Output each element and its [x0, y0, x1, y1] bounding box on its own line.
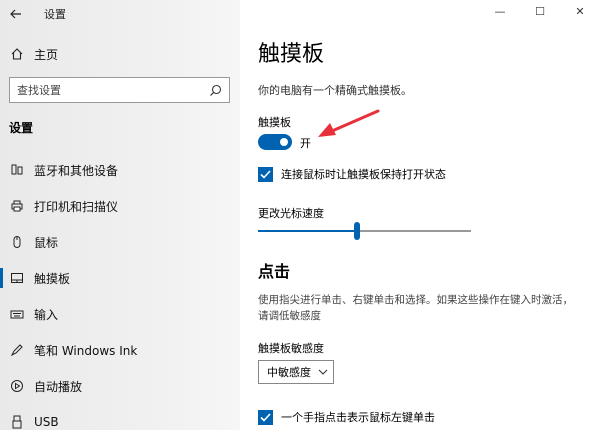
- home-icon: [0, 47, 34, 61]
- sensitivity-dropdown[interactable]: 中敏感度: [258, 360, 334, 384]
- sidebar-item-label: 蓝牙和其他设备: [34, 163, 119, 178]
- sidebar-item-label: 触摸板: [34, 271, 71, 286]
- touchpad-toggle[interactable]: [258, 134, 292, 150]
- sidebar-item-label: USB: [34, 415, 59, 429]
- sidebar-item-usb[interactable]: USB: [0, 404, 240, 430]
- sidebar: 设置 主页 设置 蓝牙和其他设备 打印: [0, 0, 240, 430]
- touchpad-toggle-label: 触摸板: [258, 116, 291, 129]
- chevron-down-icon: [318, 369, 328, 375]
- sidebar-item-home[interactable]: 主页: [0, 40, 240, 68]
- sidebar-item-mouse[interactable]: 鼠标: [0, 224, 240, 260]
- main-content: 触摸板 你的电脑有一个精确式触摸板。 触摸板 开 连接鼠标时让触摸板保持打开状态…: [258, 0, 588, 430]
- sidebar-item-bluetooth[interactable]: 蓝牙和其他设备: [0, 152, 240, 188]
- search-box[interactable]: [9, 77, 230, 103]
- sidebar-item-label: 鼠标: [34, 235, 59, 250]
- back-arrow-icon: [10, 9, 21, 19]
- sidebar-item-label: 输入: [34, 307, 59, 322]
- sidebar-item-typing[interactable]: 输入: [0, 296, 240, 332]
- sidebar-item-autoplay[interactable]: 自动播放: [0, 368, 240, 404]
- sidebar-nav: 蓝牙和其他设备 打印机和扫描仪 鼠标 触摸板 输入 笔和 Windows Ink…: [0, 152, 240, 430]
- touchpad-icon: [0, 271, 34, 285]
- sidebar-item-label: 打印机和扫描仪: [34, 199, 119, 214]
- click-section-title: 点击: [258, 262, 291, 281]
- checkmark-icon: [260, 412, 271, 422]
- active-indicator: [0, 268, 3, 288]
- keep-on-label: 连接鼠标时让触摸板保持打开状态: [281, 168, 446, 181]
- usb-icon: [0, 415, 34, 429]
- bluetooth-icon: [0, 163, 34, 177]
- sidebar-item-label: 主页: [34, 47, 59, 62]
- page-description: 你的电脑有一个精确式触摸板。: [258, 84, 412, 97]
- sidebar-item-pen[interactable]: 笔和 Windows Ink: [0, 332, 240, 368]
- slider-track-filled: [258, 230, 354, 232]
- sidebar-item-label: 自动播放: [34, 379, 83, 394]
- tap-single-label: 一个手指点击表示鼠标左键单击: [281, 411, 435, 424]
- autoplay-icon: [0, 379, 34, 393]
- sensitivity-label: 触摸板敏感度: [258, 342, 324, 355]
- cursor-speed-slider[interactable]: [258, 221, 471, 241]
- click-description: 使用指尖进行单击、右键单击和选择。如果这些操作在键入时激活，请调低敏感度: [258, 294, 573, 322]
- keep-on-row[interactable]: 连接鼠标时让触摸板保持打开状态: [258, 166, 446, 182]
- checkmark-icon: [260, 169, 271, 179]
- tap-single-row[interactable]: 一个手指点击表示鼠标左键单击: [258, 409, 435, 425]
- sidebar-item-label: 笔和 Windows Ink: [34, 343, 138, 358]
- search-icon[interactable]: [207, 82, 223, 98]
- sidebar-section-title: 设置: [9, 121, 34, 135]
- slider-thumb[interactable]: [354, 222, 360, 240]
- pen-icon: [0, 343, 34, 357]
- printer-icon: [0, 199, 34, 213]
- page-title: 触摸板: [258, 42, 325, 67]
- title-bar: 设置: [0, 0, 240, 28]
- sidebar-item-printers[interactable]: 打印机和扫描仪: [0, 188, 240, 224]
- cursor-speed-label: 更改光标速度: [258, 207, 324, 220]
- slider-track-rest: [360, 230, 471, 232]
- back-button[interactable]: [0, 0, 32, 28]
- sidebar-item-touchpad[interactable]: 触摸板: [0, 260, 240, 296]
- search-input[interactable]: [17, 83, 197, 97]
- tap-single-checkbox[interactable]: [258, 409, 273, 425]
- mouse-icon: [0, 235, 34, 249]
- keep-on-checkbox[interactable]: [258, 166, 273, 182]
- sensitivity-value: 中敏感度: [267, 366, 311, 379]
- keyboard-icon: [0, 307, 34, 321]
- app-title: 设置: [44, 8, 66, 21]
- red-arrow-annotation: [318, 109, 380, 137]
- toggle-knob: [280, 138, 288, 146]
